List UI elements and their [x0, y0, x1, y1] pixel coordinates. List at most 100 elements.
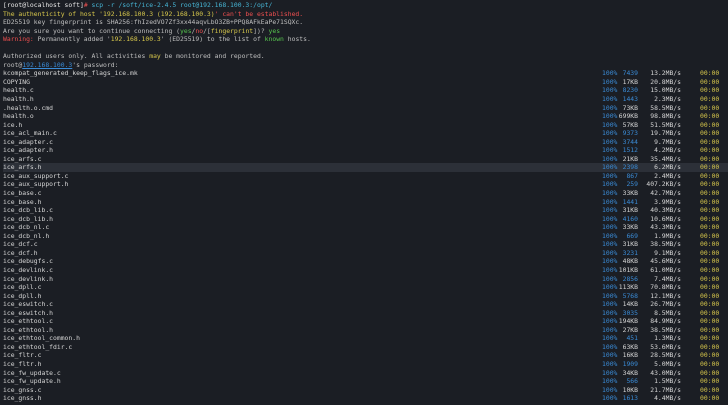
password-prompt-line: root@192.168.100.3's password: — [3, 60, 119, 69]
transfer-row: ice_adapter.c 100% 3744 9.7MB/s 00:00 — [3, 138, 728, 147]
transfer-rate: 12.1MB/s — [650, 291, 681, 300]
file-size: 9373 — [622, 129, 638, 138]
file-size: 17KB — [622, 77, 638, 86]
file-size: 10KB — [622, 385, 638, 394]
file-name: ice_dcb_nl.c — [3, 223, 50, 232]
transfer-time: 00:00 — [700, 283, 720, 292]
transfer-rate: 13.2MB/s — [650, 69, 681, 78]
transfer-row: health.o 100% 699KB 98.8MB/s 00:00 — [3, 112, 728, 121]
file-name: ice_ethtool.h — [3, 325, 54, 334]
transfer-row: ice_dcb_lib.h 100% 4160 10.6MB/s 00:00 — [3, 215, 728, 224]
transfer-row: ice_base.c 100% 33KB 42.7MB/s 00:00 — [3, 189, 728, 198]
transfer-rate: 42.7MB/s — [650, 189, 681, 198]
transfer-rate: 1.9MB/s — [654, 231, 681, 240]
transfer-time: 00:00 — [700, 394, 720, 403]
file-size: 2398 — [622, 163, 638, 172]
transfer-time: 00:00 — [700, 300, 720, 309]
transfer-time: 00:00 — [700, 334, 720, 343]
file-size: 669 — [626, 231, 638, 240]
file-name: ice_eswitch.c — [3, 300, 54, 309]
terminal-window[interactable]: [root@localhost soft]# scp -r /soft/ice-… — [0, 0, 728, 405]
transfer-rate: 28.5MB/s — [650, 351, 681, 360]
file-size: 699KB — [618, 112, 638, 121]
file-name: ice_ethtool_fdir.c — [3, 342, 73, 351]
file-size: 57KB — [622, 120, 638, 129]
transfer-rate: 53.6MB/s — [650, 342, 681, 351]
file-name: COPYING — [3, 77, 30, 86]
transfer-time: 00:00 — [700, 103, 720, 112]
transfer-time: 00:00 — [700, 385, 720, 394]
file-size: 33KB — [622, 189, 638, 198]
file-name: ice_dpll.h — [3, 291, 42, 300]
transfer-time: 00:00 — [700, 265, 720, 274]
file-name: kcompat_generated_keep_flags_ice.mk — [3, 69, 138, 78]
file-size: 101KB — [618, 265, 638, 274]
transfer-row: ice_arfs.h 100% 2398 6.2MB/s 00:00 — [3, 163, 728, 172]
transfer-time: 00:00 — [700, 342, 720, 351]
file-name: ice_fw_update.h — [3, 377, 61, 386]
transfer-row: ice_dpll.c 100% 113KB 70.8MB/s 00:00 — [3, 283, 728, 292]
file-size: 2856 — [622, 274, 638, 283]
transfer-row: ice_ethtool_fdir.c 100% 63KB 53.6MB/s 00:00 — [3, 343, 728, 352]
confirm-line: Are you sure you want to continue connec… — [3, 26, 281, 35]
transfer-row: ice_aux_support.h 100% 259 407.2KB/s 00:00 — [3, 180, 728, 189]
transfer-row: health.c 100% 8230 15.0MB/s 00:00 — [3, 86, 728, 95]
file-name: ice_debugfs.c — [3, 257, 54, 266]
transfer-row: COPYING 100% 17KB 20.8MB/s 00:00 — [3, 78, 728, 87]
file-size: 259 — [626, 180, 638, 189]
transfer-rate: 35.4MB/s — [650, 154, 681, 163]
file-name: ice_fw_update.c — [3, 368, 61, 377]
file-size: 8230 — [622, 86, 638, 95]
transfer-rate: 26.7MB/s — [650, 300, 681, 309]
transfer-row: ice_dcb_nl.c 100% 33KB 43.3MB/s 00:00 — [3, 223, 728, 232]
transfer-rate: 9.7MB/s — [654, 137, 681, 146]
file-size: 1512 — [622, 146, 638, 155]
transfer-row: ice_dcb_lib.c 100% 31KB 40.3MB/s 00:00 — [3, 206, 728, 215]
transfer-row: ice_fw_update.h 100% 566 1.5MB/s 00:00 — [3, 377, 728, 386]
transfer-row: ice_aux_support.c 100% 867 2.4MB/s 00:00 — [3, 172, 728, 181]
transfer-rate: 5.0MB/s — [654, 359, 681, 368]
prompt-symbol: # — [83, 1, 88, 9]
transfer-row: ice_fltr.h 100% 1909 5.0MB/s 00:00 — [3, 360, 728, 369]
file-name: ice_dcb_lib.h — [3, 214, 54, 223]
transfer-time: 00:00 — [700, 171, 720, 180]
transfer-row: ice_devlink.h 100% 2856 7.4MB/s 00:00 — [3, 275, 728, 284]
transfer-row: ice_eswitch.c 100% 14KB 26.7MB/s 00:00 — [3, 300, 728, 309]
transfer-time: 00:00 — [700, 86, 720, 95]
file-size: 16KB — [622, 351, 638, 360]
file-name: ice_acl_main.c — [3, 129, 57, 138]
transfer-time: 00:00 — [700, 325, 720, 334]
transfer-row: ice_gnss.c 100% 10KB 21.7MB/s 00:00 — [3, 386, 728, 395]
file-size: 14KB — [622, 300, 638, 309]
transfer-rate: 40.3MB/s — [650, 206, 681, 215]
authenticity-line: The authenticity of host '192.168.100.3 … — [3, 9, 304, 18]
transfer-time: 00:00 — [700, 206, 720, 215]
file-size: 31KB — [622, 206, 638, 215]
transfer-time: 00:00 — [700, 112, 720, 121]
transfer-time: 00:00 — [700, 163, 720, 172]
file-name: ice.h — [3, 120, 23, 129]
file-size: 1441 — [622, 197, 638, 206]
transfer-rate: 407.2KB/s — [646, 180, 681, 189]
transfer-time: 00:00 — [700, 240, 720, 249]
file-name: ice_dpll.c — [3, 283, 42, 292]
transfer-rate: 1.3MB/s — [654, 334, 681, 343]
prompt-user-host: [root@localhost soft] — [3, 1, 84, 9]
transfer-rate: 61.0MB/s — [650, 265, 681, 274]
transfer-row: ice_adapter.h 100% 1512 4.2MB/s 00:00 — [3, 146, 728, 155]
transfer-time: 00:00 — [700, 274, 720, 283]
file-name: ice_base.h — [3, 197, 42, 206]
file-name: ice_fltr.c — [3, 351, 42, 360]
transfer-rate: 45.6MB/s — [650, 257, 681, 266]
transfer-rate: 20.8MB/s — [650, 77, 681, 86]
file-size: 3231 — [622, 248, 638, 257]
transfer-time: 00:00 — [700, 95, 720, 104]
transfer-rate: 10.6MB/s — [650, 214, 681, 223]
file-name: health.c — [3, 86, 34, 95]
transfer-row: kcompat_generated_keep_flags_ice.mk 100% 7… — [3, 69, 728, 78]
transfer-rate: 9.1MB/s — [654, 248, 681, 257]
file-size: 5768 — [622, 291, 638, 300]
file-size: 33KB — [622, 223, 638, 232]
file-name: ice_gnss.h — [3, 394, 42, 403]
transfer-row: ice_devlink.c 100% 101KB 61.0MB/s 00:00 — [3, 266, 728, 275]
